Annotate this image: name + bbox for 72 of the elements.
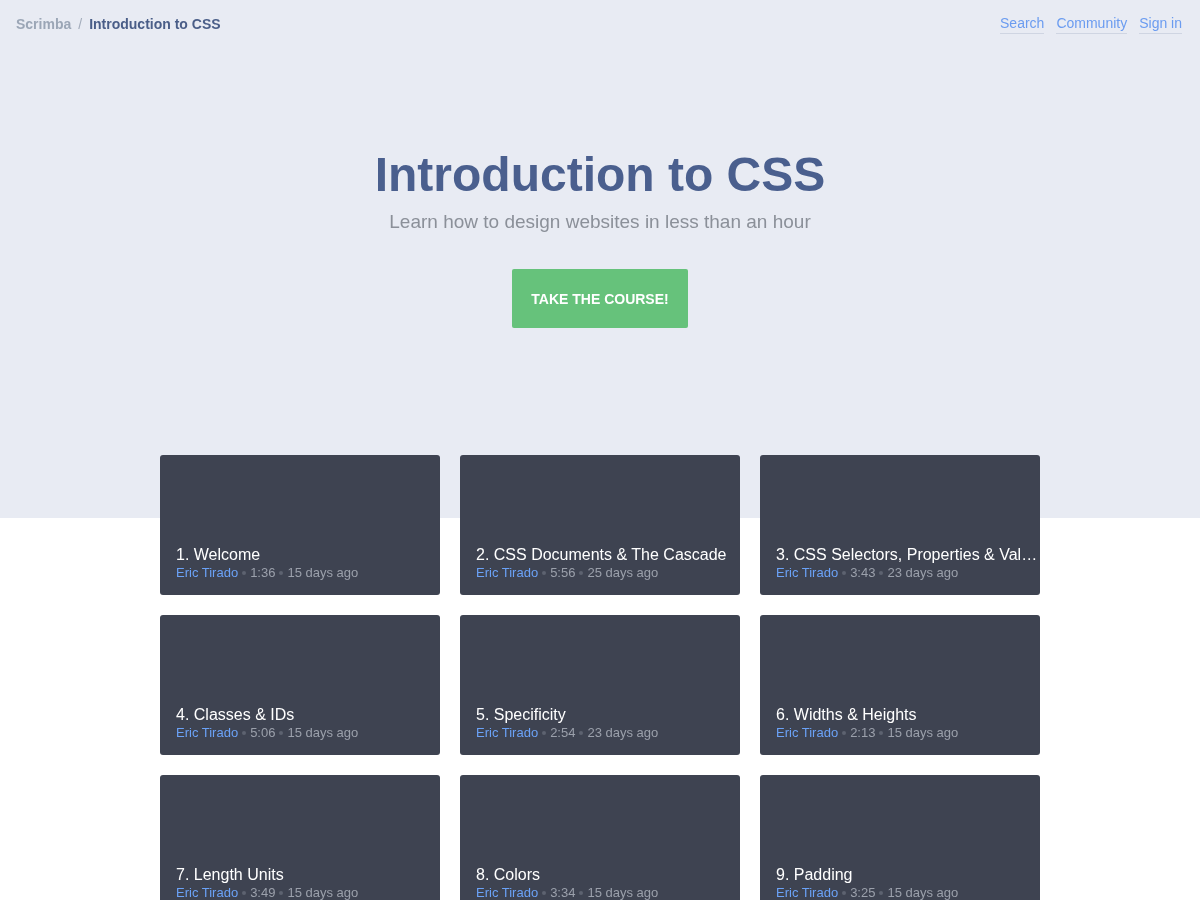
lesson-duration: 5:56 [550, 564, 576, 581]
author-link[interactable]: Eric Tirado [476, 564, 539, 581]
author-link[interactable]: Eric Tirado [176, 564, 239, 581]
dot-icon [879, 730, 884, 735]
lesson-card[interactable]: 5. Specificity Eric Tirado 2:54 23 days ago [460, 615, 740, 755]
dot-icon [879, 570, 884, 575]
lesson-date: 23 days ago [887, 564, 959, 581]
lesson-title: 7. Length Units [176, 865, 284, 884]
lesson-duration: 3:49 [250, 884, 276, 900]
author-link[interactable]: Eric Tirado [176, 724, 239, 741]
lesson-title: 3. CSS Selectors, Properties & Val… [776, 545, 1038, 564]
dot-icon [542, 890, 547, 895]
dot-icon [242, 570, 247, 575]
dot-icon [242, 890, 247, 895]
dot-icon [542, 570, 547, 575]
lesson-duration: 2:13 [850, 724, 876, 741]
nav-link[interactable]: Sign in [1139, 14, 1182, 34]
lesson-date: 23 days ago [587, 724, 659, 741]
lesson-card[interactable]: 7. Length Units Eric Tirado 3:49 15 days ago [160, 775, 440, 900]
lesson-duration: 5:06 [250, 724, 276, 741]
author-link[interactable]: Eric Tirado [776, 564, 839, 581]
lesson-date: 25 days ago [587, 564, 659, 581]
dot-icon [842, 570, 847, 575]
lesson-date: 15 days ago [887, 724, 959, 741]
lesson-duration: 2:54 [550, 724, 576, 741]
dot-icon [279, 890, 284, 895]
lesson-card[interactable]: 2. CSS Documents & The Cascade Eric Tirado 5:56 25 days ago [460, 455, 740, 595]
lesson-title: 8. Colors [476, 865, 541, 884]
author-link[interactable]: Eric Tirado [776, 724, 839, 741]
take-course-button[interactable]: TAKE THE COURSE! [512, 269, 688, 328]
dot-icon [242, 730, 247, 735]
breadcrumb-link[interactable]: Scrimba [16, 16, 72, 32]
lesson-title: 5. Specificity [476, 705, 566, 724]
dot-icon [579, 570, 584, 575]
nav-link[interactable]: Community [1056, 14, 1128, 34]
lesson-title: 9. Padding [776, 865, 853, 884]
lesson-date: 15 days ago [287, 564, 359, 581]
lesson-duration: 1:36 [250, 564, 276, 581]
lesson-title: 1. Welcome [176, 545, 261, 564]
lesson-title: 4. Classes & IDs [176, 705, 295, 724]
author-link[interactable]: Eric Tirado [476, 724, 539, 741]
dot-icon [842, 890, 847, 895]
author-link[interactable]: Eric Tirado [176, 884, 239, 900]
dot-icon [279, 730, 284, 735]
nav-link[interactable]: Search [1000, 14, 1045, 34]
breadcrumb-current: Introduction to CSS [89, 16, 221, 32]
lesson-date: 15 days ago [287, 884, 359, 900]
lesson-duration: 3:34 [550, 884, 576, 900]
author-link[interactable]: Eric Tirado [776, 884, 839, 900]
lesson-duration: 3:25 [850, 884, 876, 900]
course-subtitle: Learn how to design websites in less than an hour [389, 210, 811, 234]
dot-icon [879, 890, 884, 895]
dot-icon [842, 730, 847, 735]
lesson-title: 6. Widths & Heights [776, 705, 917, 724]
course-title: Introduction to CSS [374, 147, 826, 203]
lesson-date: 15 days ago [587, 884, 659, 900]
lesson-date: 15 days ago [887, 884, 959, 900]
lesson-date: 15 days ago [287, 724, 359, 741]
breadcrumb-separator: / [78, 16, 83, 32]
lesson-card[interactable]: 6. Widths & Heights Eric Tirado 2:13 15 days ago [760, 615, 1040, 755]
lesson-card[interactable]: 4. Classes & IDs Eric Tirado 5:06 15 days ago [160, 615, 440, 755]
dot-icon [542, 730, 547, 735]
lesson-card[interactable]: 9. Padding Eric Tirado 3:25 15 days ago [760, 775, 1040, 900]
lesson-card[interactable]: 3. CSS Selectors, Properties & Val… Eric Tirado 3:43 23 days ago [760, 455, 1040, 595]
lesson-card[interactable]: 1. Welcome Eric Tirado 1:36 15 days ago [160, 455, 440, 595]
dot-icon [579, 730, 584, 735]
lesson-card[interactable]: 8. Colors Eric Tirado 3:34 15 days ago [460, 775, 740, 900]
lesson-title: 2. CSS Documents & The Cascade [476, 545, 727, 564]
author-link[interactable]: Eric Tirado [476, 884, 539, 900]
dot-icon [279, 570, 284, 575]
dot-icon [579, 890, 584, 895]
lesson-duration: 3:43 [850, 564, 876, 581]
